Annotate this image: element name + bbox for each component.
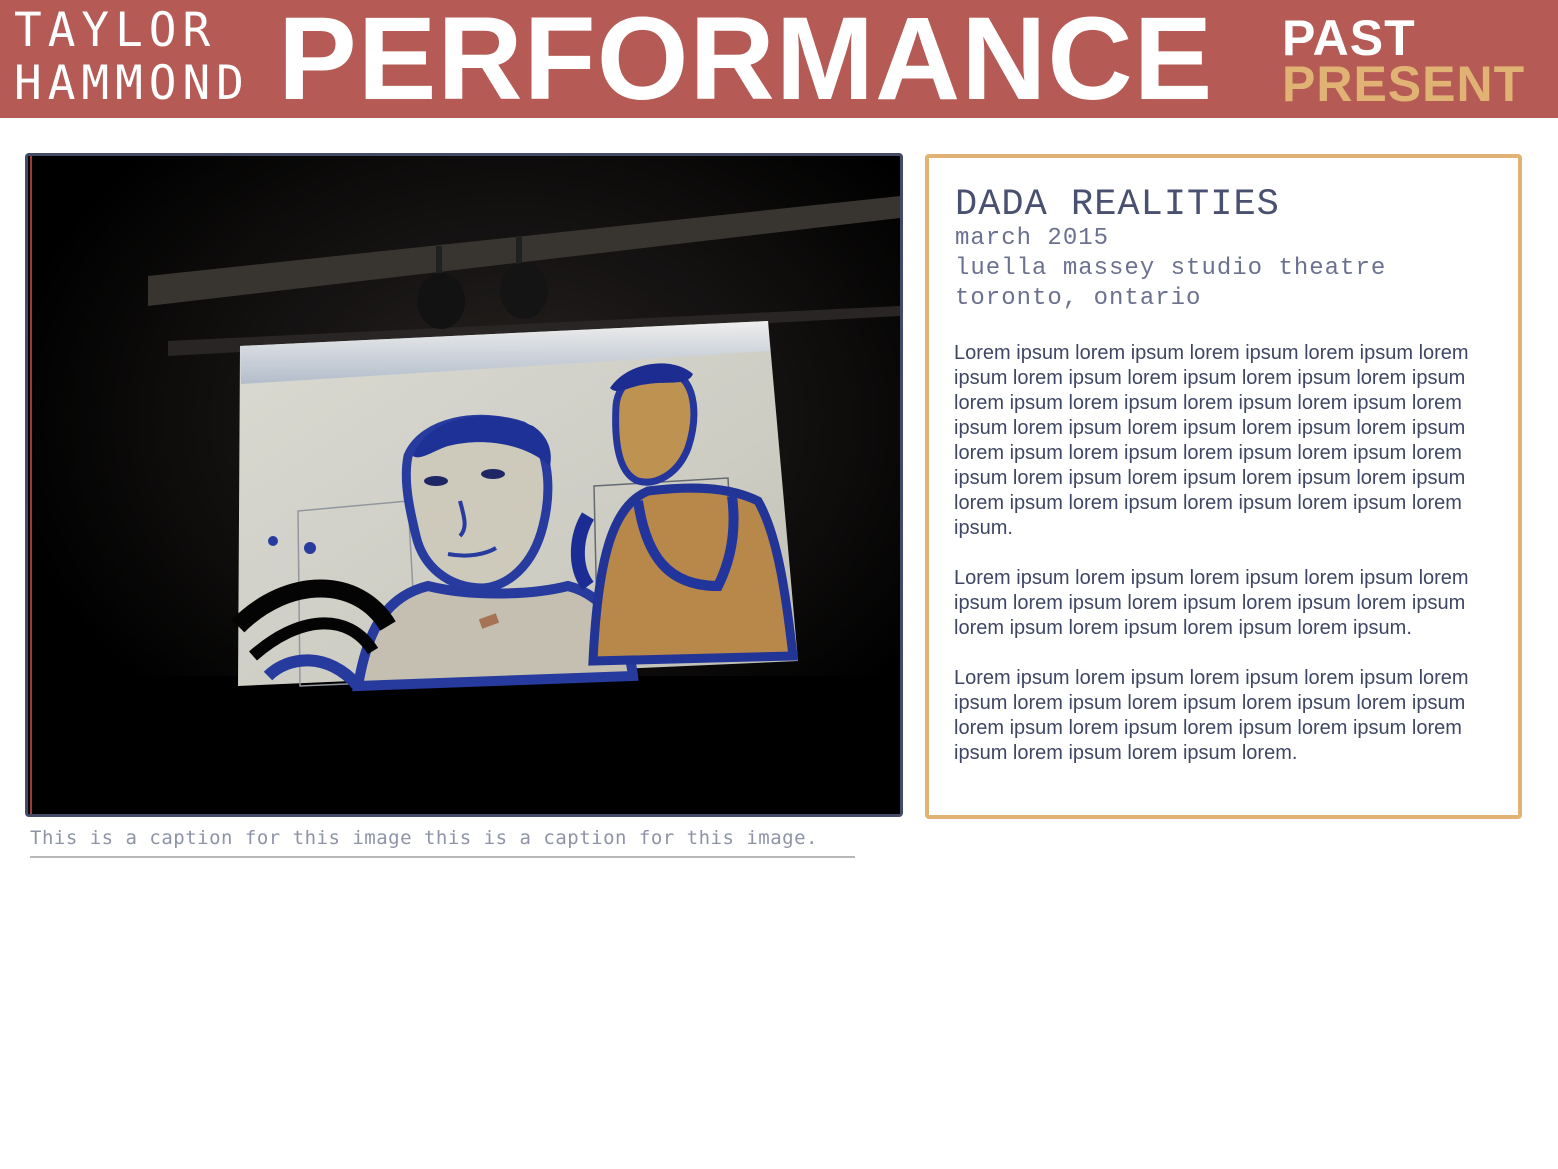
description-paragraph: Lorem ipsum lorem ipsum lorem ipsum lore… <box>954 567 1469 639</box>
event-venue: luella massey studio theatre <box>955 255 1387 282</box>
event-description: Lorem ipsum lorem ipsum lorem ipsum lore… <box>954 341 1498 791</box>
photo-caption: This is a caption for this image this is… <box>30 826 855 858</box>
event-location: toronto, ontario <box>955 285 1202 312</box>
page-subtitle-present: PRESENT <box>1282 56 1526 112</box>
event-date: march 2015 <box>955 225 1110 252</box>
description-paragraph: Lorem ipsum lorem ipsum lorem ipsum lore… <box>954 667 1469 764</box>
description-paragraph: Lorem ipsum lorem ipsum lorem ipsum lore… <box>954 342 1469 539</box>
page-title: PERFORMANCE <box>278 0 1214 125</box>
brand-line-last: HAMMOND <box>14 54 250 111</box>
brand-line-first: TAYLOR <box>14 1 217 58</box>
event-title: DADA REALITIES <box>955 184 1280 226</box>
performance-photo <box>25 153 903 817</box>
performance-photo-image <box>28 156 900 814</box>
brand-logo[interactable]: TAYLOR HAMMOND <box>14 3 244 109</box>
header-banner: TAYLOR HAMMOND PERFORMANCE PAST PRESENT <box>0 0 1558 118</box>
event-info-panel: DADA REALITIES march 2015 luella massey … <box>925 154 1522 819</box>
event-details: march 2015 luella massey studio theatre … <box>955 224 1386 314</box>
